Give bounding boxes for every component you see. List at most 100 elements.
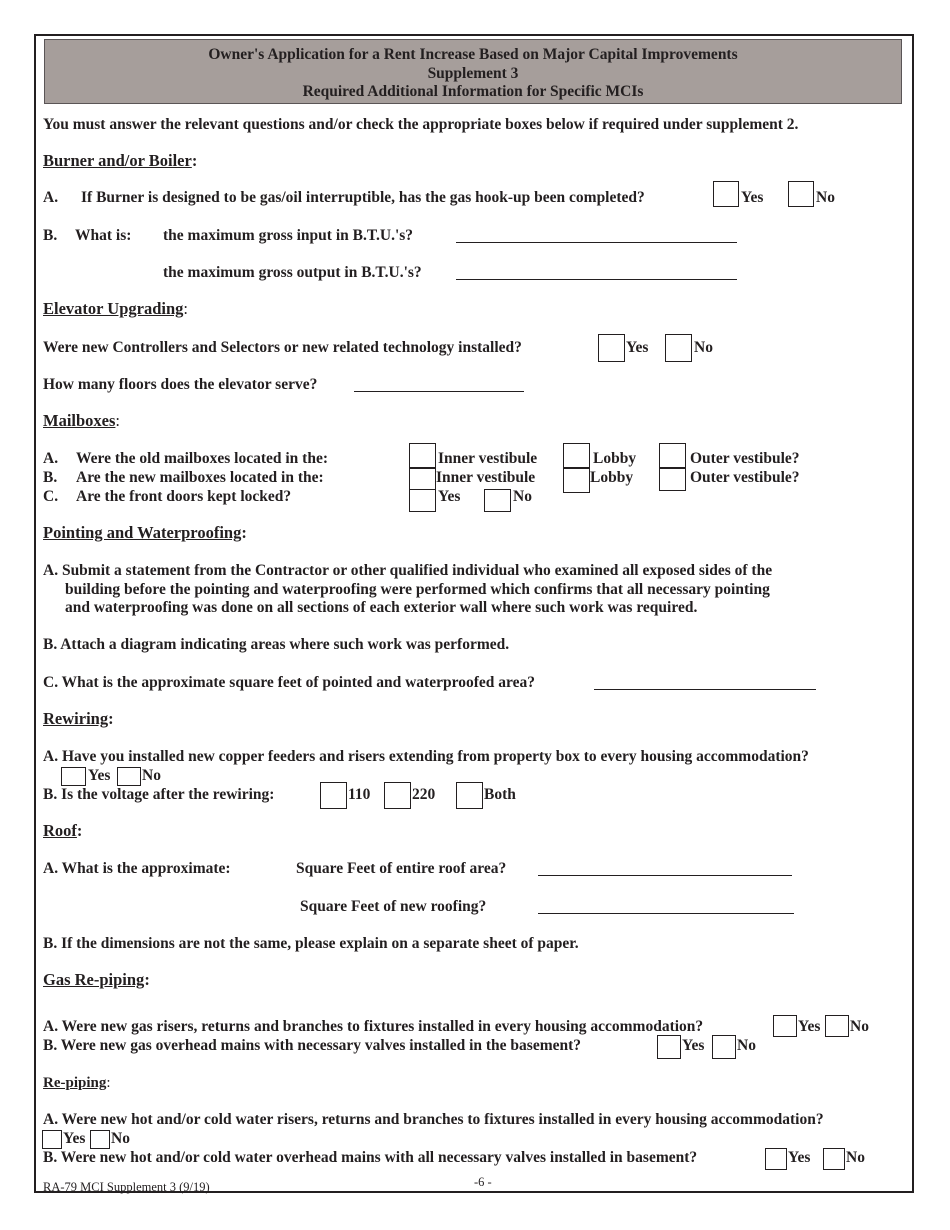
burner-b-what: What is: [75, 227, 132, 244]
new-outer-vestibule-label: Outer vestibule? [690, 469, 800, 486]
voltage-220-checkbox[interactable] [384, 782, 411, 809]
new-inner-vestibule-label: Inner vestibule [436, 469, 536, 486]
old-lobby-label: Lobby [593, 450, 637, 467]
doors-locked-no-label: No [513, 488, 532, 505]
elevator-controllers-yes-checkbox[interactable] [598, 334, 625, 362]
burner-max-input-label: the maximum gross input in B.T.U.'s? [163, 227, 414, 244]
pointing-title: Pointing and Waterproofing [43, 523, 242, 542]
repiping-b-yes-label: Yes [788, 1149, 811, 1166]
gas-a-question: A. Were new gas risers, returns and bran… [43, 1018, 704, 1035]
burner-max-output-field[interactable] [456, 279, 737, 280]
old-lobby-checkbox[interactable] [563, 443, 590, 468]
elevator-yes-label: Yes [626, 339, 649, 356]
pointing-a-line1: A. Submit a statement from the Contracto… [43, 562, 773, 579]
section-repiping-heading: Re-piping: [43, 1075, 111, 1091]
repiping-b-no-label: No [846, 1149, 865, 1166]
header-supplement: Supplement 3 [427, 64, 519, 82]
burner-no-label: No [816, 189, 835, 206]
pointing-a-line2: building before the pointing and waterpr… [65, 581, 770, 598]
page-number: -6 - [474, 1175, 492, 1189]
doors-locked-yes-label: Yes [438, 488, 461, 505]
repiping-risers-yes-checkbox[interactable] [42, 1130, 62, 1149]
gas-mains-yes-checkbox[interactable] [657, 1035, 681, 1059]
old-outer-vestibule-label: Outer vestibule? [690, 450, 800, 467]
pointing-a-line3: and waterproofing was done on all sectio… [65, 599, 698, 616]
mailboxes-title: Mailboxes [43, 411, 116, 430]
rewiring-title: Rewiring [43, 709, 109, 728]
roof-entire-area-field[interactable] [538, 875, 792, 876]
gas-b-question: B. Were new gas overhead mains with nece… [43, 1037, 582, 1054]
old-inner-vestibule-label: Inner vestibule [438, 450, 538, 467]
header-title: Owner's Application for a Rent Increase … [208, 46, 738, 63]
pointing-c-question: C. What is the approximate square feet o… [43, 674, 535, 691]
voltage-110-checkbox[interactable] [320, 782, 347, 809]
repiping-a-question: A. Were new hot and/or cold water risers… [43, 1111, 824, 1128]
mailboxes-locked-question: Are the front doors kept locked? [76, 488, 292, 505]
roof-new-roofing-field[interactable] [538, 913, 794, 914]
burner-title: Burner and/or Boiler [43, 151, 192, 170]
elevator-floors-field[interactable] [354, 391, 524, 392]
rewiring-b-question: B. Is the voltage after the rewiring: [43, 786, 275, 803]
new-outer-vestibule-checkbox[interactable] [659, 468, 686, 491]
new-inner-vestibule-checkbox[interactable] [409, 468, 436, 490]
elevator-title: Elevator Upgrading [43, 299, 184, 318]
repiping-mains-yes-checkbox[interactable] [765, 1148, 787, 1170]
voltage-both-label: Both [484, 786, 516, 803]
voltage-both-checkbox[interactable] [456, 782, 483, 809]
repiping-a-yes-label: Yes [63, 1130, 86, 1147]
mailboxes-old-question: Were the old mailboxes located in the: [76, 450, 328, 467]
mailboxes-new-question: Are the new mailboxes located in the: [76, 469, 324, 486]
burner-b-label: B. [43, 227, 58, 244]
section-gas-heading: Gas Re-piping: [43, 970, 150, 989]
roof-new-roofing-label: Square Feet of new roofing? [300, 898, 487, 915]
repiping-title: Re-piping [43, 1075, 107, 1091]
section-roof-heading: Roof: [43, 821, 83, 840]
form-id: RA-79 MCI Supplement 3 (9/19) [43, 1180, 210, 1194]
repiping-mains-no-checkbox[interactable] [823, 1148, 845, 1170]
elevator-floors-question: How many floors does the elevator serve? [43, 376, 318, 393]
rewiring-copper-yes-checkbox[interactable] [61, 767, 86, 786]
gas-b-yes-label: Yes [682, 1037, 705, 1054]
mailboxes-c-label: C. [43, 488, 59, 505]
elevator-controllers-question: Were new Controllers and Selectors or ne… [43, 339, 522, 356]
old-inner-vestibule-checkbox[interactable] [409, 443, 436, 468]
gas-a-no-label: No [850, 1018, 869, 1035]
mailboxes-b-label: B. [43, 469, 58, 486]
voltage-220-label: 220 [412, 786, 436, 803]
repiping-risers-no-checkbox[interactable] [90, 1130, 110, 1149]
voltage-110-label: 110 [348, 786, 371, 803]
old-outer-vestibule-checkbox[interactable] [659, 443, 686, 468]
new-lobby-checkbox[interactable] [563, 468, 590, 493]
rewiring-yes-label: Yes [88, 767, 111, 784]
intro-text: You must answer the relevant questions a… [43, 116, 799, 133]
doors-locked-no-checkbox[interactable] [484, 489, 511, 512]
burner-hookup-yes-checkbox[interactable] [713, 181, 739, 207]
roof-b-text: B. If the dimensions are not the same, p… [43, 935, 579, 952]
pointing-area-field[interactable] [594, 689, 816, 690]
gas-a-yes-label: Yes [798, 1018, 821, 1035]
pointing-b-text: B. Attach a diagram indicating areas whe… [43, 636, 510, 653]
burner-max-output-label: the maximum gross output in B.T.U.'s? [163, 264, 422, 281]
gas-risers-yes-checkbox[interactable] [773, 1015, 797, 1037]
repiping-a-no-label: No [111, 1130, 130, 1147]
burner-hookup-no-checkbox[interactable] [788, 181, 814, 207]
roof-title: Roof [43, 821, 77, 840]
repiping-b-question: B. Were new hot and/or cold water overhe… [43, 1149, 698, 1166]
burner-max-input-field[interactable] [456, 242, 737, 243]
new-lobby-label: Lobby [590, 469, 634, 486]
burner-a-question: If Burner is designed to be gas/oil inte… [81, 189, 645, 206]
elevator-controllers-no-checkbox[interactable] [665, 334, 692, 362]
section-mailboxes-heading: Mailboxes: [43, 411, 121, 430]
form-header: Owner's Application for a Rent Increase … [44, 39, 902, 104]
section-elevator-heading: Elevator Upgrading: [43, 299, 189, 318]
doors-locked-yes-checkbox[interactable] [409, 489, 436, 512]
gas-title: Gas Re-piping [43, 970, 145, 989]
rewiring-copper-no-checkbox[interactable] [117, 767, 141, 786]
gas-risers-no-checkbox[interactable] [825, 1015, 849, 1037]
gas-mains-no-checkbox[interactable] [712, 1035, 736, 1059]
roof-entire-area-label: Square Feet of entire roof area? [296, 860, 507, 877]
section-pointing-heading: Pointing and Waterproofing: [43, 523, 247, 542]
burner-a-label: A. [43, 189, 59, 206]
section-rewiring-heading: Rewiring: [43, 709, 114, 728]
gas-b-no-label: No [737, 1037, 756, 1054]
